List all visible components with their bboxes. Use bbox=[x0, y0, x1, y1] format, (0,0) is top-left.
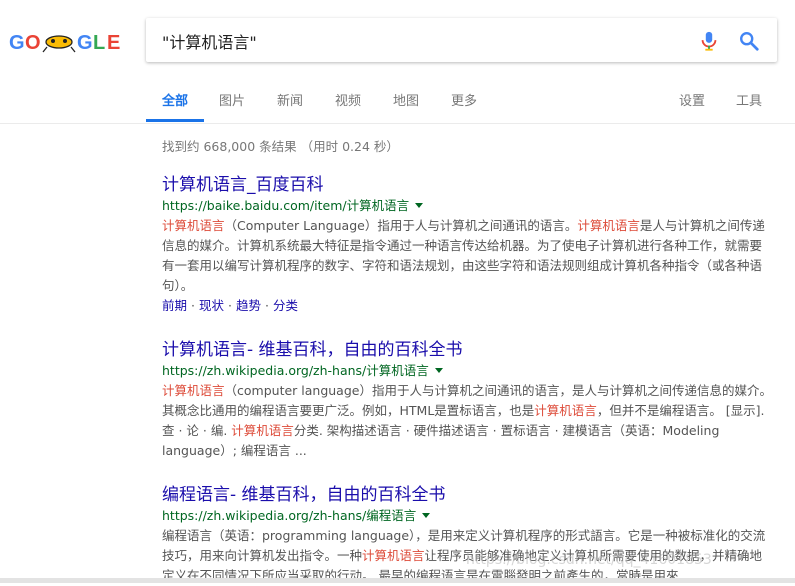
sitelink-separator: · bbox=[191, 298, 195, 313]
snippet-highlight: 计算机语言 bbox=[162, 218, 225, 233]
sitelink-separator: · bbox=[228, 298, 232, 313]
watermark: https://blog.csdn.net/qq_41601853 bbox=[466, 552, 712, 568]
tab-news[interactable]: 新闻 bbox=[277, 90, 303, 109]
sitelink-separator: · bbox=[265, 298, 269, 313]
horizontal-scrollbar[interactable] bbox=[0, 578, 795, 583]
result-url-text: https://baike.baidu.com/item/计算机语言 bbox=[162, 198, 410, 213]
sitelink[interactable]: 现状 bbox=[199, 298, 224, 313]
active-tab-indicator bbox=[146, 119, 204, 122]
snippet-highlight: 计算机语言 bbox=[231, 423, 294, 438]
result-stats: 找到约 668,000 条结果 （用时 0.24 秒） bbox=[162, 139, 399, 154]
google-doodle-logo[interactable]: G O G L E bbox=[9, 30, 131, 54]
search-tabs: 全部 图片 新闻 视频 地图 更多 设置 工具 bbox=[0, 82, 795, 123]
result-url: https://zh.wikipedia.org/zh-hans/编程语言 bbox=[162, 507, 772, 524]
sitelink[interactable]: 趋势 bbox=[236, 298, 261, 313]
search-header: G O G L E 全部 图片 新闻 视频 地图 更多 设置 工具 bbox=[0, 0, 795, 124]
settings-link[interactable]: 设置 bbox=[679, 90, 705, 109]
search-result: 编程语言- 维基百科，自由的百科全书 https://zh.wikipedia.… bbox=[162, 484, 772, 586]
snippet-highlight: 计算机语言 bbox=[577, 218, 640, 233]
snippet-text: （Computer Language）指用于人与计算机之间通讯的语言。 bbox=[224, 218, 578, 233]
search-icon[interactable] bbox=[738, 30, 760, 52]
result-title-link[interactable]: 编程语言- 维基百科，自由的百科全书 bbox=[162, 484, 446, 506]
caret-down-icon[interactable] bbox=[415, 203, 424, 208]
svg-text:G: G bbox=[77, 32, 93, 54]
result-sitelinks: 前期 · 现状 · 趋势 · 分类 bbox=[162, 296, 772, 316]
svg-text:L: L bbox=[93, 32, 105, 54]
snippet-highlight: 计算机语言 bbox=[362, 548, 425, 563]
svg-text:G: G bbox=[9, 32, 25, 54]
search-result: 计算机语言_百度百科 https://baike.baidu.com/item/… bbox=[162, 174, 772, 316]
sitelink[interactable]: 分类 bbox=[273, 298, 298, 313]
svg-text:E: E bbox=[107, 32, 120, 54]
result-url-text: https://zh.wikipedia.org/zh-hans/编程语言 bbox=[162, 508, 417, 523]
result-snippet: 计算机语言（Computer Language）指用于人与计算机之间通讯的语言。… bbox=[162, 216, 772, 296]
tab-maps[interactable]: 地图 bbox=[393, 90, 419, 109]
microphone-icon[interactable] bbox=[698, 29, 720, 53]
snippet-highlight: 计算机语言 bbox=[162, 383, 225, 398]
tab-images[interactable]: 图片 bbox=[219, 90, 245, 109]
result-title-link[interactable]: 计算机语言_百度百科 bbox=[162, 174, 324, 196]
search-result: 计算机语言- 维基百科，自由的百科全书 https://zh.wikipedia… bbox=[162, 339, 772, 461]
tools-link[interactable]: 工具 bbox=[736, 90, 762, 109]
result-url: https://baike.baidu.com/item/计算机语言 bbox=[162, 197, 772, 214]
tab-more[interactable]: 更多 bbox=[451, 90, 477, 109]
result-url-text: https://zh.wikipedia.org/zh-hans/计算机语言 bbox=[162, 363, 429, 378]
svg-text:O: O bbox=[25, 32, 41, 54]
search-box bbox=[146, 18, 777, 62]
tab-videos[interactable]: 视频 bbox=[335, 90, 361, 109]
result-snippet: 计算机语言（computer language）指用于人与计算机之间通讯的语言，… bbox=[162, 381, 772, 461]
sitelink[interactable]: 前期 bbox=[162, 298, 187, 313]
caret-down-icon[interactable] bbox=[434, 368, 443, 373]
result-title-link[interactable]: 计算机语言- 维基百科，自由的百科全书 bbox=[162, 339, 463, 361]
snippet-highlight: 计算机语言 bbox=[534, 403, 597, 418]
result-url: https://zh.wikipedia.org/zh-hans/计算机语言 bbox=[162, 362, 772, 379]
caret-down-icon[interactable] bbox=[422, 513, 431, 518]
tab-all[interactable]: 全部 bbox=[162, 90, 188, 109]
search-input[interactable] bbox=[160, 26, 684, 56]
